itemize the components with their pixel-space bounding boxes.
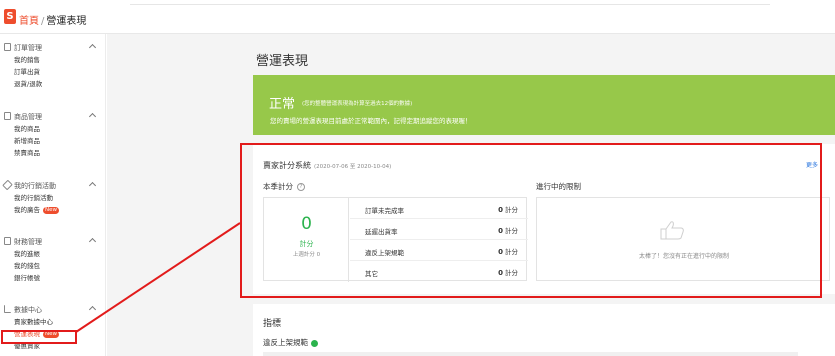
sidebar-section-products: 商品管理 我的商品 新增商品 禁賣商品 [0, 111, 106, 159]
status-word: 正常 [269, 97, 296, 112]
sidebar-item-returns[interactable]: 退貨/退款 [0, 78, 106, 90]
sidebar-section-marketing: 我的行銷活動 我的行銷活動 我的廣告 New [0, 179, 106, 216]
sidebar-item-data-center[interactable]: 賣家數據中心 [0, 316, 106, 328]
status-note: (您的整體營運表現為計算至過去12個的數據) [302, 101, 413, 107]
wallet-icon [4, 237, 11, 245]
page-title: 營運表現 [256, 54, 309, 69]
sidebar-item-add-product[interactable]: 新增商品 [0, 135, 106, 147]
sidebar-item-my-ads[interactable]: 我的廣告 New [0, 204, 106, 216]
sidebar-section-data-center: 數據中心 賣家數據中心 營運表現 New 優惠賣家 [0, 304, 106, 352]
listing-violation-text: 違反上架規範 [263, 338, 308, 347]
sidebar-section-title: 財務管理 [14, 238, 42, 246]
chevron-up-icon[interactable] [88, 43, 97, 52]
sidebar-item-shipment[interactable]: 訂單出貨 [0, 66, 106, 78]
header-divider [130, 4, 770, 5]
score-highlight-box [240, 143, 822, 298]
chevron-up-icon[interactable] [88, 305, 97, 314]
sidebar-section-finance: 財務管理 我的進帳 我的錢包 銀行帳號 [0, 236, 106, 284]
sidebar-item-my-campaigns[interactable]: 我的行銷活動 [0, 192, 106, 204]
sidebar-item-my-products[interactable]: 我的商品 [0, 123, 106, 135]
chevron-up-icon[interactable] [88, 237, 97, 246]
sidebar-item-income[interactable]: 我的進帳 [0, 248, 106, 260]
sidebar-section-title: 數據中心 [14, 306, 42, 314]
sidebar-section-header[interactable]: 數據中心 [0, 304, 106, 316]
status-ok-icon [311, 339, 318, 347]
sidebar-section-title: 商品管理 [14, 113, 42, 121]
status-card: 正常 (您的整體營運表現為計算至過去12個的數據) 您的賣場的營運表現目前處於正… [253, 75, 835, 135]
metrics-card: 指標 違反上架規範 [253, 304, 835, 356]
sidebar-item-bank-account[interactable]: 銀行帳號 [0, 272, 106, 284]
breadcrumb-home-link[interactable]: 首頁 [19, 16, 39, 27]
sidebar-item-banned-products[interactable]: 禁賣商品 [0, 147, 106, 159]
breadcrumb: 首頁 / 營運表現 [19, 12, 86, 27]
shopee-logo-icon[interactable]: S [4, 9, 16, 24]
sidebar-section-header[interactable]: 財務管理 [0, 236, 106, 248]
sidebar-section-title: 我的行銷活動 [14, 182, 56, 190]
sidebar: 訂單管理 我的銷售 訂單出貨 退貨/退款 商品管理 我的商品 新增商品 禁賣商品… [0, 34, 106, 356]
sidebar-section-header[interactable]: 商品管理 [0, 111, 106, 123]
sidebar-item-wallet[interactable]: 我的錢包 [0, 260, 106, 272]
top-header: S 首頁 / 營運表現 [0, 0, 835, 34]
breadcrumb-separator: / [41, 16, 45, 27]
box-icon [4, 112, 11, 120]
sidebar-section-title: 訂單管理 [14, 44, 42, 52]
tag-icon [2, 179, 13, 191]
sidebar-item-my-sales[interactable]: 我的銷售 [0, 54, 106, 66]
sidebar-section-header[interactable]: 訂單管理 [0, 42, 106, 54]
breadcrumb-current: 營運表現 [46, 16, 87, 27]
clipboard-icon [4, 43, 11, 51]
chevron-up-icon[interactable] [88, 112, 97, 121]
metrics-table-header [263, 352, 798, 356]
metrics-title: 指標 [263, 319, 282, 329]
sidebar-highlight-box [1, 330, 77, 344]
chart-icon [4, 305, 11, 313]
sidebar-item-label: 我的廣告 [14, 206, 40, 214]
listing-violation-label: 違反上架規範 [263, 337, 318, 348]
sidebar-section-header[interactable]: 我的行銷活動 [0, 179, 106, 192]
sidebar-section-orders: 訂單管理 我的銷售 訂單出貨 退貨/退款 [0, 42, 106, 90]
chevron-up-icon[interactable] [88, 181, 97, 190]
status-description: 您的賣場的營運表現目前處於正常範圍內，記得定期追蹤您的表現喔！ [270, 117, 472, 125]
new-badge: New [43, 206, 59, 214]
